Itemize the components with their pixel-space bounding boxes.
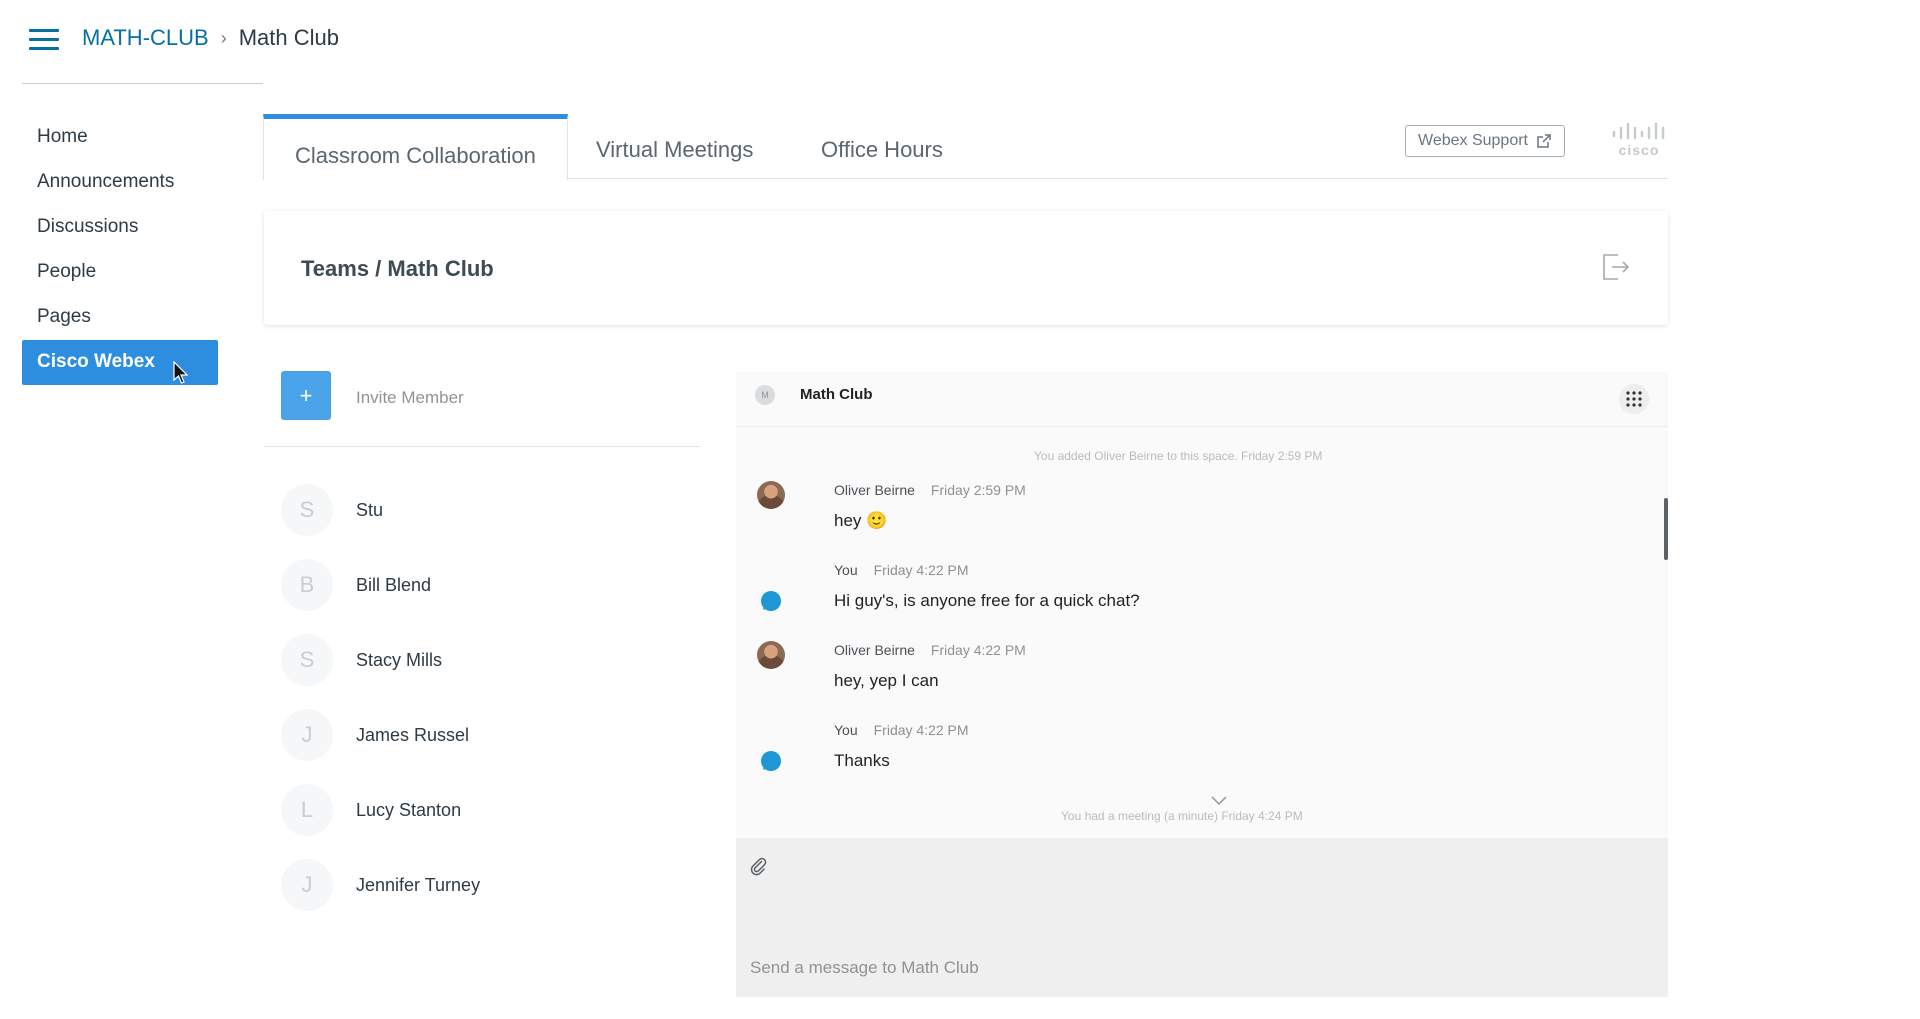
hamburger-menu-icon[interactable] bbox=[29, 29, 59, 51]
member-row[interactable]: L Lucy Stanton bbox=[281, 783, 701, 837]
message-meta: Oliver Beirne Friday 4:22 PM bbox=[834, 642, 1026, 658]
member-name: Stacy Mills bbox=[356, 649, 443, 670]
member-row[interactable]: S Stacy Mills bbox=[281, 633, 701, 687]
nav-item-home[interactable]: Home bbox=[22, 115, 218, 160]
members-divider bbox=[264, 446, 700, 447]
system-message: You added Oliver Beirne to this space. F… bbox=[1034, 449, 1323, 463]
message-text: Hi guy's, is anyone free for a quick cha… bbox=[834, 591, 1140, 610]
message-author: Oliver Beirne bbox=[834, 642, 915, 658]
member-row[interactable]: B Bill Blend bbox=[281, 558, 701, 612]
avatar bbox=[757, 481, 785, 509]
member-name: James Russel bbox=[356, 724, 470, 745]
breadcrumb-separator: › bbox=[220, 27, 227, 48]
invite-member-label[interactable]: Invite Member bbox=[356, 388, 464, 408]
mouse-pointer-icon bbox=[173, 361, 189, 384]
invite-member-button[interactable]: + bbox=[281, 371, 331, 420]
message-author: You bbox=[834, 722, 858, 738]
chat-title: Math Club bbox=[800, 386, 873, 403]
tab-classroom-collaboration[interactable]: Classroom Collaboration bbox=[263, 114, 568, 180]
teams-title: Teams / Math Club bbox=[301, 256, 494, 281]
nav-item-people[interactable]: People bbox=[22, 250, 218, 295]
space-avatar: M bbox=[755, 385, 775, 405]
member-avatar: L bbox=[281, 784, 333, 836]
member-row[interactable]: J James Russel bbox=[281, 708, 701, 762]
header-divider bbox=[22, 83, 263, 84]
course-navigation: Home Announcements Discussions People Pa… bbox=[22, 115, 218, 385]
member-name: Stu bbox=[356, 499, 384, 520]
paperclip-icon[interactable] bbox=[749, 856, 769, 876]
message-text: hey 🙂 bbox=[834, 511, 888, 530]
member-avatar: S bbox=[281, 484, 333, 536]
svg-text:cisco: cisco bbox=[1619, 142, 1660, 158]
nav-item-discussions[interactable]: Discussions bbox=[22, 205, 218, 250]
message-author: You bbox=[834, 562, 858, 578]
webex-support-label: Webex Support bbox=[1418, 132, 1528, 149]
member-name: Bill Blend bbox=[356, 574, 432, 595]
chevron-down-icon[interactable] bbox=[1210, 795, 1228, 807]
member-row[interactable]: S Stu bbox=[281, 483, 701, 537]
cisco-logo-icon: cisco bbox=[1612, 122, 1665, 158]
webex-support-button[interactable]: Webex Support bbox=[1405, 125, 1565, 157]
message-text: Thanks bbox=[834, 751, 890, 770]
chat-scrollbar[interactable] bbox=[1664, 498, 1668, 560]
message-input[interactable] bbox=[750, 958, 1630, 978]
breadcrumb-current-page: Math Club bbox=[238, 25, 339, 50]
apps-grid-icon[interactable] bbox=[1619, 384, 1649, 414]
message-time: Friday 4:22 PM bbox=[930, 642, 1026, 658]
teams-header-card: Teams / Math Club bbox=[264, 211, 1668, 325]
leave-space-icon[interactable] bbox=[1598, 249, 1632, 283]
message-composer bbox=[736, 838, 1668, 997]
tab-office-hours[interactable]: Office Hours bbox=[821, 114, 943, 179]
chat-bubble-icon bbox=[761, 591, 781, 611]
external-link-icon bbox=[1537, 134, 1551, 148]
message-text: hey, yep I can bbox=[834, 671, 939, 690]
avatar bbox=[757, 641, 785, 669]
member-avatar: J bbox=[281, 859, 333, 911]
tab-virtual-meetings[interactable]: Virtual Meetings bbox=[596, 114, 753, 179]
message-meta: You Friday 4:22 PM bbox=[834, 722, 969, 738]
member-name: Lucy Stanton bbox=[356, 799, 462, 820]
member-row[interactable]: J Jennifer Turney bbox=[281, 858, 701, 912]
member-avatar: J bbox=[281, 709, 333, 761]
breadcrumb-course-link[interactable]: MATH-CLUB bbox=[82, 25, 209, 51]
member-avatar: B bbox=[281, 559, 333, 611]
message-time: Friday 2:59 PM bbox=[930, 482, 1026, 498]
member-name: Jennifer Turney bbox=[356, 874, 481, 895]
message-time: Friday 4:22 PM bbox=[873, 722, 969, 738]
chat-header: M Math Club bbox=[736, 372, 1668, 427]
chat-panel: M Math Club You added Oliver Beirne to t… bbox=[736, 372, 1668, 997]
message-meta: Oliver Beirne Friday 2:59 PM bbox=[834, 482, 1026, 498]
message-author: Oliver Beirne bbox=[834, 482, 915, 498]
member-avatar: S bbox=[281, 634, 333, 686]
message-meta: You Friday 4:22 PM bbox=[834, 562, 969, 578]
chat-bubble-icon bbox=[761, 751, 781, 771]
nav-item-announcements[interactable]: Announcements bbox=[22, 160, 218, 205]
nav-item-pages[interactable]: Pages bbox=[22, 295, 218, 340]
message-time: Friday 4:22 PM bbox=[873, 562, 969, 578]
system-message: You had a meeting (a minute) Friday 4:24… bbox=[1061, 809, 1303, 823]
breadcrumb: MATH-CLUB › Math Club bbox=[82, 25, 339, 51]
top-bar: MATH-CLUB › Math Club bbox=[0, 0, 1920, 80]
